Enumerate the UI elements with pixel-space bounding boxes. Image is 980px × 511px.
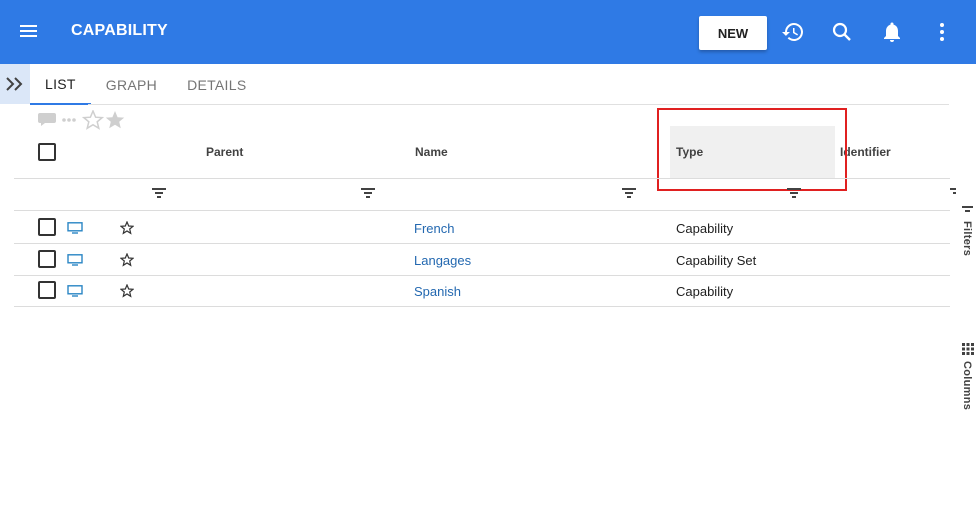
filter-row-divider xyxy=(14,210,950,211)
select-all-checkbox[interactable] xyxy=(38,143,56,161)
filters-panel-toggle[interactable]: Filters xyxy=(961,221,973,256)
row-divider xyxy=(14,243,950,244)
filter-lines-icon[interactable] xyxy=(787,188,801,200)
row-checkbox[interactable] xyxy=(38,250,56,268)
double-chevron-right-icon xyxy=(6,77,23,91)
more-vert-icon[interactable] xyxy=(930,20,954,44)
filter-lines-icon[interactable] xyxy=(622,188,636,200)
hamburger-menu-icon[interactable] xyxy=(18,20,42,44)
page-title: CAPABILITY xyxy=(71,22,168,39)
tab-list[interactable]: LIST xyxy=(30,64,91,105)
expand-sidebar-button[interactable] xyxy=(0,64,30,104)
columns-panel-toggle[interactable]: Columns xyxy=(961,361,973,410)
row-name-link[interactable]: Langages xyxy=(414,253,471,268)
comment-icon[interactable] xyxy=(38,113,56,126)
star-outline-icon[interactable] xyxy=(81,109,105,130)
star-filled-icon[interactable] xyxy=(105,111,125,129)
monitor-icon[interactable] xyxy=(67,222,83,234)
row-divider xyxy=(14,275,950,276)
filter-lines-icon[interactable] xyxy=(950,188,956,200)
row-type: Capability xyxy=(676,284,734,299)
grid-dots-icon[interactable] xyxy=(962,343,974,355)
new-button[interactable]: NEW xyxy=(699,16,767,50)
view-tabs: LIST GRAPH DETAILS xyxy=(30,64,261,105)
tab-details[interactable]: DETAILS xyxy=(172,64,261,105)
row-name-link[interactable]: Spanish xyxy=(414,284,461,299)
more-horiz-icon[interactable] xyxy=(62,118,76,122)
bell-icon[interactable] xyxy=(880,20,904,44)
column-header-name[interactable]: Name xyxy=(415,145,448,159)
star-outline-icon[interactable] xyxy=(120,221,134,235)
row-checkbox[interactable] xyxy=(38,218,56,236)
app-bar: CAPABILITY NEW xyxy=(0,0,976,64)
row-type: Capability xyxy=(676,221,734,236)
filter-lines-icon[interactable] xyxy=(152,188,166,200)
row-type: Capability Set xyxy=(676,253,757,268)
list-toolbar xyxy=(38,109,128,130)
monitor-icon[interactable] xyxy=(67,254,83,266)
header-divider xyxy=(14,178,950,179)
row-checkbox[interactable] xyxy=(38,281,56,299)
row-divider xyxy=(14,306,950,307)
column-header-identifier[interactable]: Identifier xyxy=(840,145,891,159)
star-outline-icon[interactable] xyxy=(120,284,134,298)
history-icon[interactable] xyxy=(781,20,805,44)
column-header-parent[interactable]: Parent xyxy=(206,145,243,159)
star-outline-icon[interactable] xyxy=(120,253,134,267)
filter-lines-icon[interactable] xyxy=(361,188,375,200)
monitor-icon[interactable] xyxy=(67,285,83,297)
tab-graph[interactable]: GRAPH xyxy=(91,64,172,105)
row-name-link[interactable]: French xyxy=(414,221,454,236)
filter-lines-icon[interactable] xyxy=(962,206,974,216)
tabs-divider xyxy=(88,104,949,105)
search-icon[interactable] xyxy=(830,20,854,44)
